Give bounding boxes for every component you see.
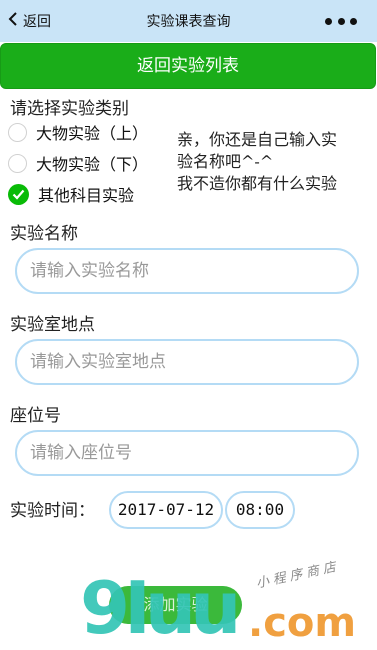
time-label: 实验时间： bbox=[10, 501, 95, 521]
radio-option-other[interactable]: 其他科目实验 bbox=[8, 182, 134, 206]
radio-unchecked-icon bbox=[8, 153, 27, 173]
time-picker[interactable]: 08:00 bbox=[225, 491, 295, 529]
radio-unchecked-icon bbox=[8, 122, 27, 142]
page-title: 实验课表查询 bbox=[146, 13, 231, 29]
watermark-logo: 9Iuu .com 小程序商店 bbox=[80, 559, 377, 650]
radio-option-physics-2[interactable]: 大物实验（下） bbox=[8, 151, 148, 175]
radio-label: 其他科目实验 bbox=[38, 186, 135, 205]
dot bbox=[337, 17, 345, 25]
date-picker[interactable]: 2017-07-12 bbox=[109, 491, 223, 529]
nav-bar: 返回 实验课表查询 bbox=[0, 0, 377, 42]
watermark-suffix: .com bbox=[248, 600, 357, 646]
tip-line-3: 我不造你都有什么实验 bbox=[177, 174, 338, 193]
dot bbox=[350, 17, 357, 25]
type-section-label: 请选择实验类别 bbox=[10, 99, 129, 119]
back-label: 返回 bbox=[23, 13, 51, 29]
chevron-left-icon bbox=[6, 11, 20, 32]
seat-label: 座位号 bbox=[10, 406, 61, 426]
radio-label: 大物实验（下） bbox=[36, 155, 149, 174]
watermark-caption: 小程序商店 bbox=[254, 559, 342, 592]
tip-line-1: 亲，你还是自己输入实 bbox=[177, 130, 338, 149]
more-options-icon[interactable] bbox=[325, 13, 357, 29]
radio-label: 大物实验（上） bbox=[36, 124, 149, 143]
back-button[interactable]: 返回 bbox=[6, 0, 51, 42]
watermark-letters: 9Iuu bbox=[80, 566, 241, 650]
location-input[interactable] bbox=[15, 339, 359, 385]
tip-line-2: 验名称吧^-^ bbox=[177, 152, 274, 171]
name-input[interactable] bbox=[15, 248, 359, 294]
radio-option-physics-1[interactable]: 大物实验（上） bbox=[8, 120, 148, 144]
seat-input[interactable] bbox=[15, 430, 359, 476]
location-label: 实验室地点 bbox=[10, 315, 95, 335]
name-label: 实验名称 bbox=[10, 224, 78, 244]
dot bbox=[325, 17, 332, 25]
checkmark-icon bbox=[8, 183, 29, 205]
return-to-list-button[interactable]: 返回实验列表 bbox=[0, 43, 376, 89]
